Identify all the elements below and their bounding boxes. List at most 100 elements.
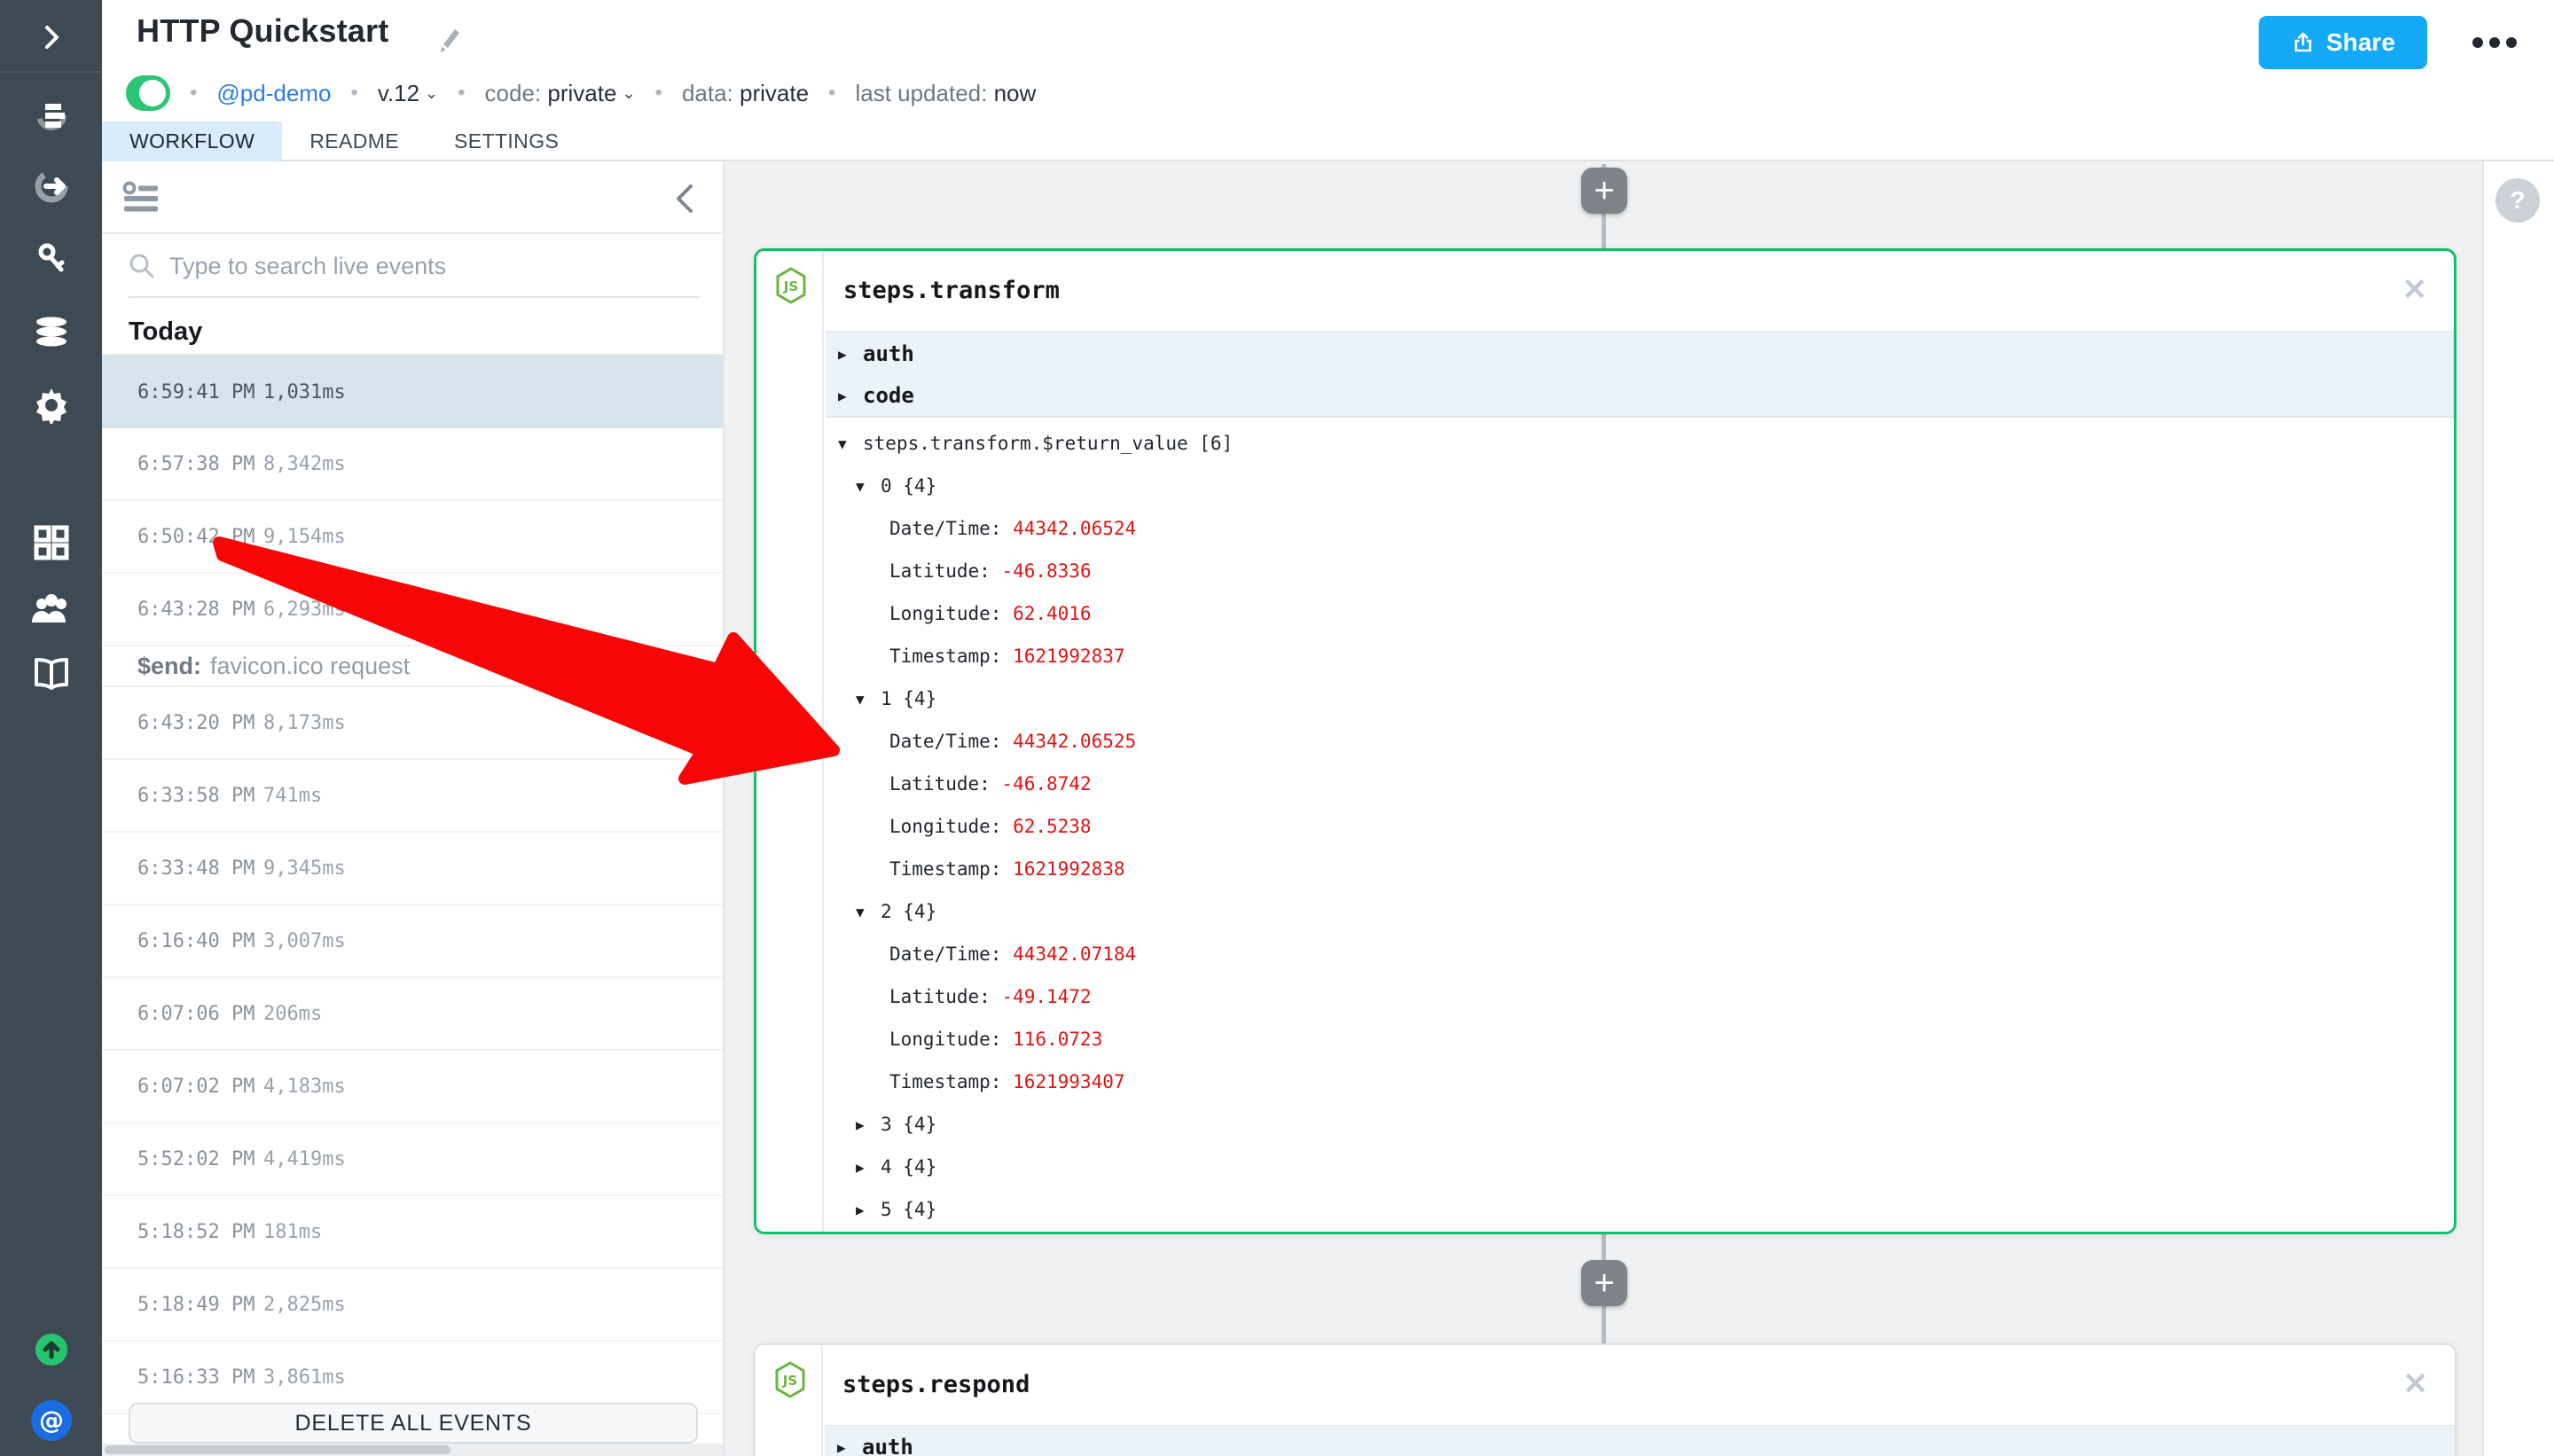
step-gutter: JS [756,1345,823,1456]
rail-item-apps[interactable] [0,514,102,571]
array-item-row[interactable]: ▼1 {4} [826,677,2454,720]
separator-dot: • [458,81,465,106]
rename-pencil-icon[interactable] [432,23,464,55]
help-button[interactable]: ? [2495,178,2540,223]
owner-link[interactable]: @pd-demo [216,80,331,107]
event-row[interactable]: 6:50:42 PM9,154ms [102,501,723,574]
expand-arrow-icon: ▶ [856,1116,881,1133]
event-row[interactable]: 5:18:52 PM181ms [102,1196,723,1269]
field-row: Latitude: -49.1472 [826,975,2454,1018]
event-row[interactable]: 6:16:40 PM3,007ms [102,905,723,978]
toggle-knob [139,80,166,106]
array-item-row[interactable]: ▶5 {4} [826,1188,2454,1231]
live-events-panel: Today 6:59:41 PM1,031ms6:57:38 PM8,342ms… [102,161,725,1456]
field-key: Date/Time: [889,518,1013,539]
key-icon [34,242,69,278]
field-key: Date/Time: [889,731,1013,752]
event-row[interactable]: 5:18:49 PM2,825ms [102,1269,723,1342]
field-value: 44342.06525 [1013,731,1136,752]
step-header: steps.respond ✕ [825,1345,2455,1425]
field-value: -46.8336 [1001,560,1091,582]
step-card-transform[interactable]: JS steps.transform ✕ ▶auth▶code ▼steps.t… [754,248,2456,1234]
section-row-auth[interactable]: ▶auth [826,333,2454,375]
separator-dot: • [655,81,662,106]
more-options-button[interactable] [2472,30,2519,55]
share-button[interactable]: Share [2259,16,2427,69]
add-step-button-top[interactable]: + [1581,168,1627,214]
collapse-panel-chevron[interactable] [673,183,696,219]
rail-item-workflows[interactable] [0,87,102,144]
field-row: Latitude: -46.8336 [826,550,2454,592]
rail-divider [0,71,102,73]
event-row[interactable]: 6:33:58 PM741ms [102,760,723,833]
search-input[interactable] [169,253,700,280]
workflow-meta-row: • @pd-demo • v.12⌄ • code: private⌄ • da… [126,75,1036,111]
collapse-arrow-icon: ▼ [838,435,863,452]
step-result-body: ▶auth [825,1425,2455,1456]
field-key: Longitude: [889,816,1013,837]
rail-item-community[interactable] [0,581,102,638]
section-row-code[interactable]: ▶code [826,375,2454,418]
close-step-icon[interactable]: ✕ [2403,1366,2429,1402]
event-row[interactable]: 6:07:02 PM4,183ms [102,1051,723,1123]
chevron-down-icon: ⌄ [425,84,438,103]
event-row[interactable]: 6:57:38 PM8,342ms [102,428,723,501]
rail-item-keys[interactable] [0,231,102,288]
rail-item-settings[interactable] [0,377,102,434]
expand-arrow-icon: ▶ [856,1202,881,1218]
people-icon [30,592,73,626]
tab-settings[interactable]: SETTINGS [427,121,586,161]
array-item-row[interactable]: ▶4 {4} [826,1146,2454,1188]
rail-item-docs[interactable] [0,646,102,702]
events-panel-header [102,161,723,234]
section-row-auth[interactable]: ▶auth [825,1427,2455,1456]
svg-text:@: @ [39,1405,64,1435]
rail-item-data-stores[interactable] [0,304,102,361]
delete-all-events-button[interactable]: DELETE ALL EVENTS [129,1403,698,1444]
pipedream-workflow-app: @ HTTP Quickstart • @pd-demo • v.12⌄ • c… [0,0,2554,1456]
event-row[interactable]: 6:33:48 PM9,345ms [102,833,723,905]
field-value: 1621992837 [1013,646,1124,667]
nodejs-icon: JS [774,267,808,309]
version-dropdown[interactable]: v.12⌄ [378,80,438,107]
tab-readme[interactable]: README [282,121,427,161]
field-value: 62.5238 [1013,816,1092,837]
array-item-row[interactable]: ▶3 {4} [826,1103,2454,1146]
expand-arrow-icon: ▶ [838,346,863,363]
event-source-icon [32,167,71,206]
field-key: Latitude: [889,986,1001,1007]
event-row[interactable]: 5:52:02 PM4,419ms [102,1123,723,1196]
scrollbar-thumb[interactable] [105,1445,450,1454]
chevron-right-icon [36,22,67,52]
data-visibility: data: private [682,80,809,107]
svg-text:JS: JS [783,278,798,294]
collapse-arrow-icon: ▼ [856,691,881,708]
event-row[interactable]: 6:43:28 PM6,293ms [102,574,723,646]
deploy-toggle[interactable] [126,75,170,111]
step-result-body: ▶auth▶code ▼steps.transform.$return_valu… [826,331,2454,1232]
expand-rail-icon[interactable] [0,9,102,66]
expand-arrow-icon: ▶ [856,1159,881,1176]
nodejs-icon: JS [773,1361,807,1403]
rail-item-upgrade[interactable] [0,1321,102,1378]
close-step-icon[interactable]: ✕ [2402,272,2428,308]
event-row[interactable]: 6:07:06 PM206ms [102,978,723,1051]
array-item-row[interactable]: ▼2 {4} [826,890,2454,933]
rail-item-sources[interactable] [0,158,102,215]
event-row[interactable]: 6:59:41 PM1,031ms [102,356,723,428]
event-search [129,236,700,298]
event-end-marker-row[interactable]: $end:favicon.ico request [102,646,723,687]
database-icon [32,317,71,348]
rail-item-mentions[interactable]: @ [0,1392,102,1449]
field-key: Timestamp: [889,858,1013,880]
code-visibility-dropdown[interactable]: code: private⌄ [485,80,636,107]
field-value: 1621992838 [1013,858,1124,880]
tab-workflow[interactable]: WORKFLOW [102,121,282,161]
filter-events-icon[interactable] [122,181,161,221]
add-step-button-middle[interactable]: + [1581,1260,1627,1306]
array-item-row[interactable]: ▼0 {4} [826,465,2454,507]
return-value-root-row[interactable]: ▼steps.transform.$return_value [6] [826,422,2454,465]
step-card-respond[interactable]: JS steps.respond ✕ ▶auth [754,1343,2456,1456]
separator-dot: • [190,81,197,106]
event-row[interactable]: 6:43:20 PM8,173ms [102,687,723,760]
